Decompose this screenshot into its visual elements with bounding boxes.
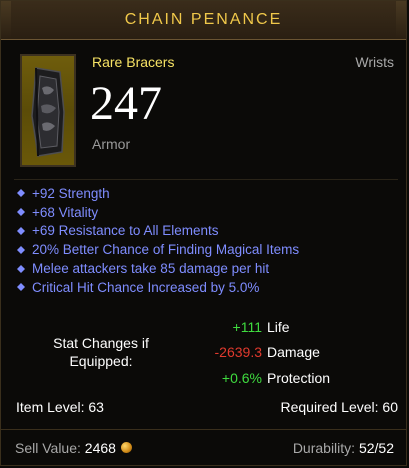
affix-text: +69 Resistance to All Elements [32, 223, 219, 239]
bracer-icon [31, 67, 65, 157]
affix-item: +68 Vitality [15, 203, 395, 222]
divider [14, 179, 398, 180]
stat-row-protection: +0.6% Protection [199, 368, 359, 388]
stat-row-life: +111 Life [199, 317, 359, 337]
affix-text: 20% Better Chance of Finding Magical Ite… [32, 242, 300, 258]
affix-item: 20% Better Chance of Finding Magical Ite… [15, 240, 395, 259]
item-slot: Wrists [355, 54, 394, 70]
affix-item: +69 Resistance to All Elements [15, 222, 395, 241]
item-name: CHAIN PENANCE [124, 11, 283, 28]
item-icon-frame [20, 54, 76, 167]
stat-changes-title-line1: Stat Changes if [53, 335, 149, 351]
stat-row-damage: -2639.3 Damage [199, 342, 359, 362]
armor-value: 247 [90, 77, 162, 130]
affix-item: Melee attackers take 85 damage per hit [15, 259, 395, 278]
stat-changes-title: Stat Changes if Equipped: [45, 334, 157, 370]
affix-text: Critical Hit Chance Increased by 5.0% [32, 279, 260, 295]
stat-changes-title-line2: Equipped: [69, 353, 133, 369]
affix-text: Melee attackers take 85 damage per hit [32, 261, 270, 277]
stat-value: +111 [232, 319, 262, 335]
sell-value: Sell Value: 2468 [15, 440, 132, 456]
sell-label: Sell Value: [15, 439, 81, 456]
diamond-bullet-icon [17, 283, 25, 292]
tooltip-header: CHAIN PENANCE [1, 1, 406, 40]
stat-name: Life [267, 319, 290, 335]
level-requirements: Item Level: 63 Required Level: 60 [16, 399, 398, 415]
affix-item: +92 Strength [15, 184, 395, 203]
stat-value: +0.6% [221, 370, 262, 386]
required-level: Required Level: 60 [280, 399, 398, 415]
affix-item: Critical Hit Chance Increased by 5.0% [15, 278, 395, 297]
diamond-bullet-icon [17, 208, 25, 217]
durability-label: Durability: [292, 439, 356, 456]
affix-text: +92 Strength [32, 185, 110, 201]
gold-coin-icon [120, 442, 132, 453]
stat-name: Damage [267, 344, 320, 360]
item-level: Item Level: 63 [16, 399, 104, 415]
item-tooltip: CHAIN PENANCE Rare Bracers Wrists 247 Ar… [0, 0, 407, 466]
durability: Durability: 52/52 [293, 440, 394, 456]
armor-label: Armor [92, 136, 131, 152]
affix-list: +92 Strength +68 Vitality +69 Resistance… [15, 184, 395, 297]
diamond-bullet-icon [17, 189, 25, 198]
diamond-bullet-icon [17, 226, 25, 235]
item-type: Rare Bracers [92, 54, 175, 70]
item-summary: Rare Bracers Wrists 247 Armor [1, 52, 406, 182]
affix-text: +68 Vitality [32, 204, 99, 220]
sell-amount: 2468 [84, 439, 116, 456]
tooltip-footer: Sell Value: 2468 Durability: 52/52 [1, 429, 406, 465]
diamond-bullet-icon [17, 245, 25, 254]
stat-changes-panel: Stat Changes if Equipped: +111 Life -263… [1, 316, 408, 394]
durability-value: 52/52 [358, 439, 394, 456]
diamond-bullet-icon [17, 264, 25, 273]
stat-value: -2639.3 [214, 344, 262, 360]
stat-name: Protection [267, 370, 331, 386]
